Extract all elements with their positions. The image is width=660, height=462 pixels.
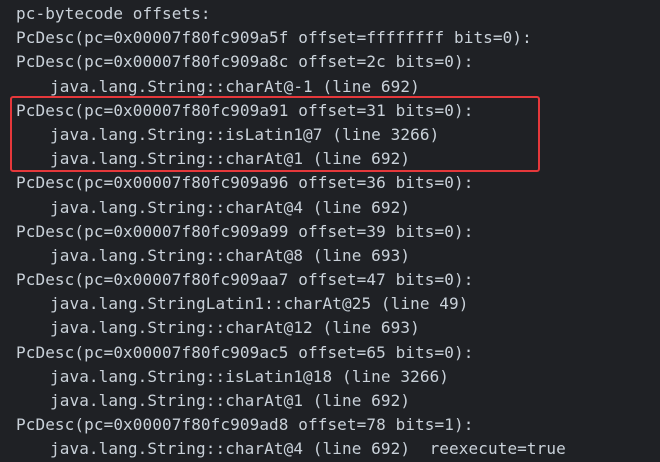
pcdesc-line: PcDesc(pc=0x00007f80fc909aa7 offset=47 b…: [16, 270, 474, 290]
pcdesc-line: PcDesc(pc=0x00007f80fc909a8c offset=2c b…: [16, 52, 474, 72]
pcdesc-line: PcDesc(pc=0x00007f80fc909ad8 offset=78 b…: [16, 415, 474, 435]
frame-line: java.lang.String::charAt@4 (line 692): [50, 197, 411, 217]
frame-line: java.lang.String::isLatin1@7 (line 3266): [50, 124, 440, 144]
pcdesc-line: PcDesc(pc=0x00007f80fc909ac5 offset=65 b…: [16, 342, 474, 362]
frame-line: java.lang.StringLatin1::charAt@25 (line …: [50, 294, 469, 314]
frame-line: java.lang.String::isLatin1@18 (line 3266…: [50, 366, 450, 386]
frame-line: java.lang.String::charAt@-1 (line 692): [50, 76, 420, 96]
terminal-output: pc-bytecode offsets: PcDesc(pc=0x00007f8…: [0, 0, 660, 458]
output-header: pc-bytecode offsets:: [16, 4, 211, 23]
pcdesc-line: PcDesc(pc=0x00007f80fc909a5f offset=ffff…: [16, 28, 532, 48]
pcdesc-line: PcDesc(pc=0x00007f80fc909a91 offset=31 b…: [16, 100, 474, 120]
frame-line: java.lang.String::charAt@8 (line 693): [50, 245, 411, 265]
frame-line: java.lang.String::charAt@12 (line 693): [50, 318, 420, 338]
frame-line: java.lang.String::charAt@1 (line 692): [50, 149, 411, 169]
pcdesc-line: PcDesc(pc=0x00007f80fc909a99 offset=39 b…: [16, 221, 474, 241]
frame-line: java.lang.String::charAt@1 (line 692): [50, 391, 411, 410]
pcdesc-line: PcDesc(pc=0x00007f80fc909a96 offset=36 b…: [16, 173, 474, 193]
